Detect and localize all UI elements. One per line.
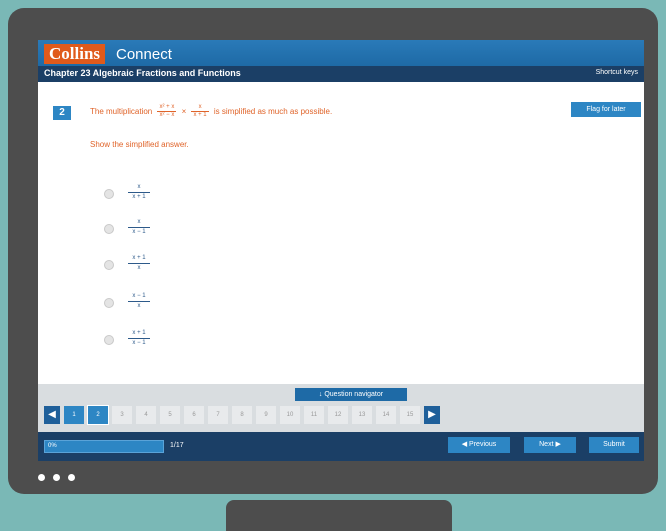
- monitor-frame: Collins Connect Chapter 23 Algebraic Fra…: [8, 8, 658, 494]
- page-button[interactable]: 10: [280, 406, 300, 424]
- fraction-denominator: x: [137, 265, 141, 271]
- dot: [68, 474, 75, 481]
- page-button[interactable]: 15: [400, 406, 420, 424]
- dot: [53, 474, 60, 481]
- page-button[interactable]: 6: [184, 406, 204, 424]
- page-button[interactable]: 1: [64, 406, 84, 424]
- dot: [38, 474, 45, 481]
- progress-percent: 0%: [48, 443, 57, 449]
- question-suffix: is simplified as much as possible.: [213, 107, 333, 116]
- radio-button[interactable]: [104, 335, 114, 345]
- page-button[interactable]: 7: [208, 406, 228, 424]
- window-dots: [38, 474, 75, 481]
- app-screen: Collins Connect Chapter 23 Algebraic Fra…: [38, 40, 644, 461]
- times-sign: ×: [181, 107, 187, 116]
- question-pager: ◀ 1 2 3 4 5 6 7 8 9 10 11 12 13 14 15 ▶: [44, 405, 440, 425]
- page-button[interactable]: 5: [160, 406, 180, 424]
- question-navigator-toggle[interactable]: ↓ Question navigator: [295, 388, 407, 401]
- page-button[interactable]: 12: [328, 406, 348, 424]
- monitor-stand: [226, 500, 452, 531]
- fraction-numerator: x − 1: [128, 292, 150, 302]
- shortcut-keys-link[interactable]: Shortcut keys: [596, 69, 638, 76]
- option-fraction: x x + 1: [128, 183, 150, 202]
- app-header: Collins Connect: [38, 40, 644, 66]
- flag-for-later-button[interactable]: Flag for later: [571, 102, 641, 117]
- previous-button[interactable]: ◀ Previous: [448, 437, 510, 453]
- chapter-title: Chapter 23 Algebraic Fractions and Funct…: [44, 68, 241, 78]
- question-number-badge: 2: [53, 106, 71, 120]
- radio-button[interactable]: [104, 298, 114, 308]
- fraction-denominator: x − 1: [132, 229, 146, 235]
- fraction-denominator: x² − x: [159, 112, 175, 118]
- pager-prev-arrow[interactable]: ◀: [44, 406, 60, 424]
- question-fraction-2: x x + 1: [191, 104, 209, 119]
- next-button[interactable]: Next ▶: [524, 437, 576, 453]
- submit-button[interactable]: Submit: [589, 437, 639, 453]
- collins-logo: Collins: [44, 44, 106, 64]
- chapter-bar: Chapter 23 Algebraic Fractions and Funct…: [38, 66, 644, 82]
- option-fraction: x + 1 x: [128, 254, 150, 273]
- page-button[interactable]: 8: [232, 406, 252, 424]
- connect-logo: Connect: [116, 46, 172, 63]
- page-button-current[interactable]: 2: [87, 405, 109, 425]
- fraction-denominator: x − 1: [132, 340, 146, 346]
- page-button[interactable]: 3: [112, 406, 132, 424]
- page-button[interactable]: 9: [256, 406, 276, 424]
- fraction-numerator: x² + x: [157, 104, 177, 112]
- option-fraction: x x − 1: [128, 218, 150, 237]
- fraction-numerator: x: [191, 104, 209, 112]
- fraction-denominator: x: [137, 303, 141, 309]
- radio-button[interactable]: [104, 224, 114, 234]
- pager-next-arrow[interactable]: ▶: [424, 406, 440, 424]
- fraction-numerator: x: [128, 183, 150, 193]
- footer-bar: 0% 1/17 ◀ Previous Next ▶ Submit: [38, 432, 644, 461]
- page-button[interactable]: 14: [376, 406, 396, 424]
- page-button[interactable]: 13: [352, 406, 372, 424]
- option-fraction: x − 1 x: [128, 292, 150, 311]
- fraction-numerator: x + 1: [128, 329, 150, 339]
- fraction-numerator: x: [128, 218, 150, 228]
- radio-button[interactable]: [104, 260, 114, 270]
- question-count: 1/17: [170, 442, 184, 449]
- question-text: The multiplication x² + x x² − x × x x +…: [90, 104, 332, 119]
- fraction-numerator: x + 1: [128, 254, 150, 264]
- question-prefix: The multiplication: [90, 107, 153, 116]
- radio-button[interactable]: [104, 189, 114, 199]
- option-fraction: x + 1 x − 1: [128, 329, 150, 348]
- question-instruction: Show the simplified answer.: [90, 140, 189, 149]
- page-button[interactable]: 4: [136, 406, 156, 424]
- fraction-denominator: x + 1: [193, 112, 207, 118]
- page-button[interactable]: 11: [304, 406, 324, 424]
- progress-bar: 0%: [44, 440, 164, 453]
- question-fraction-1: x² + x x² − x: [157, 104, 177, 119]
- fraction-denominator: x + 1: [132, 194, 146, 200]
